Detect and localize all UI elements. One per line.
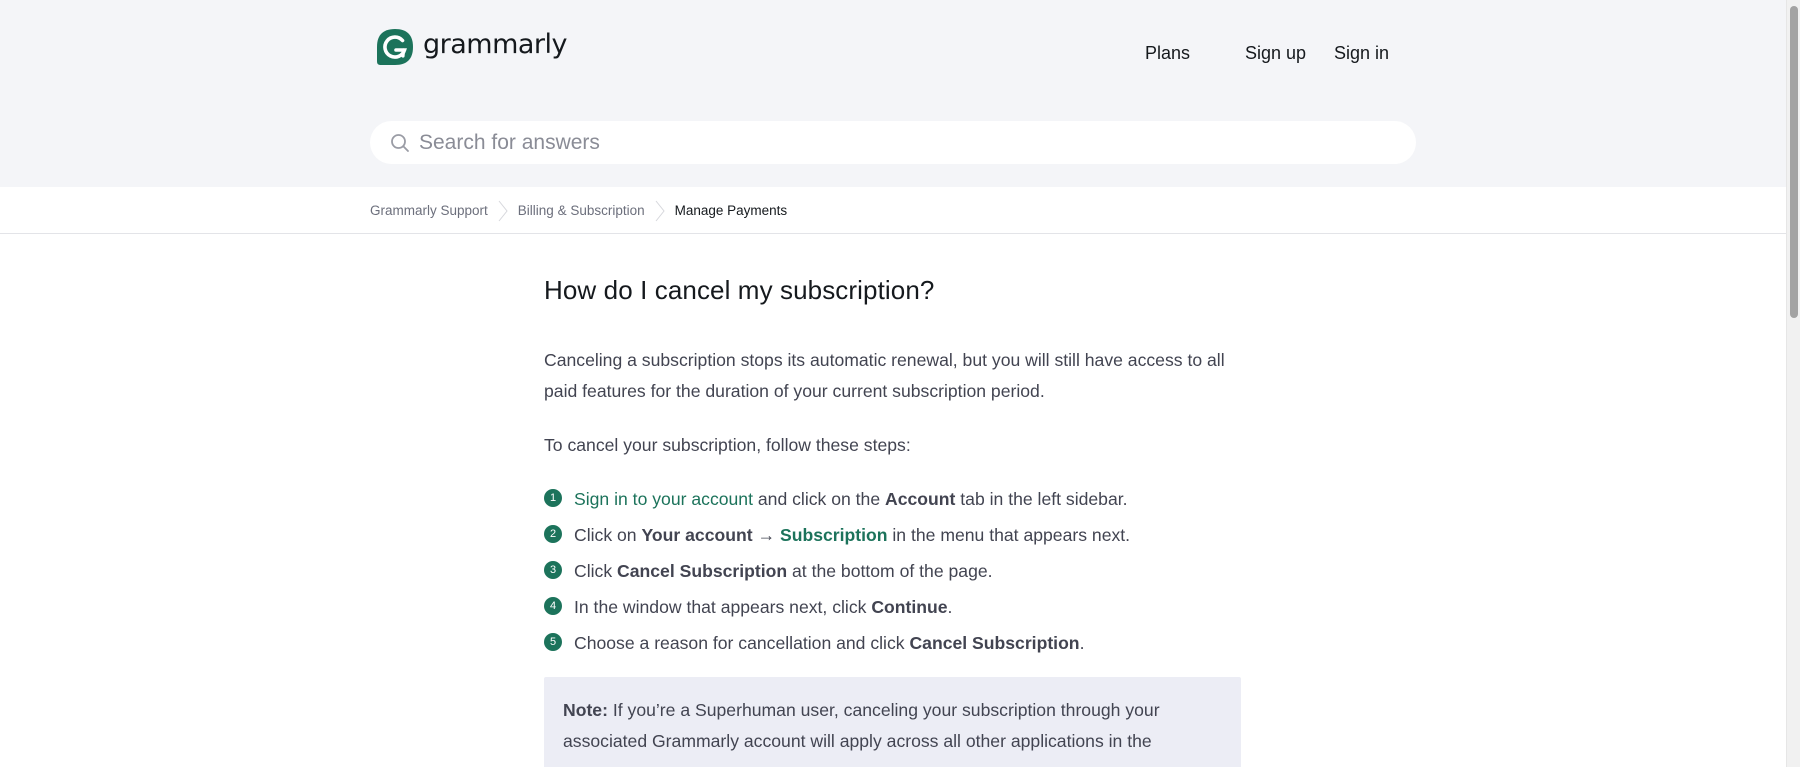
breadcrumb-bar: Grammarly Support Billing & Subscription… (0, 187, 1786, 234)
subscription-link[interactable]: Subscription (780, 525, 888, 545)
step-text: tab in the left sidebar. (955, 489, 1128, 509)
site-header: grammarly Plans Sign up Sign in (0, 0, 1786, 187)
step-text: and click on the (752, 489, 886, 509)
step-item: 1 Sign in to your account and click on t… (544, 483, 1244, 519)
chevron-right-icon (655, 200, 665, 221)
step-number-badge: 3 (544, 561, 562, 579)
step-item: 3 Click Cancel Subscription at the botto… (544, 555, 1244, 591)
step-text: Click on (574, 525, 642, 545)
step-text: . (1079, 633, 1085, 653)
step-item: 5 Choose a reason for cancellation and c… (544, 627, 1244, 663)
arrow-icon: → (752, 525, 780, 545)
article-title: How do I cancel my subscription? (544, 275, 935, 305)
steps-list: 1 Sign in to your account and click on t… (544, 483, 1244, 663)
nav-signup-link[interactable]: Sign up (1245, 43, 1306, 64)
nav-plans-link[interactable]: Plans (1145, 43, 1190, 64)
step-text: Click (574, 561, 618, 581)
grammarly-logo[interactable]: grammarly (376, 28, 568, 66)
search-input[interactable] (419, 130, 1399, 155)
breadcrumb: Grammarly Support Billing & Subscription… (370, 187, 787, 234)
step-text: at the bottom of the page. (787, 561, 993, 581)
note-text-line-1: If you’re a Superhuman user, canceling y… (607, 700, 1160, 720)
step-number-badge: 1 (544, 489, 562, 507)
step-number-badge: 4 (544, 597, 562, 615)
note-label: Note: (563, 700, 608, 720)
step-bold-text: Cancel Subscription (617, 561, 788, 581)
note-callout: Note: If you’re a Superhuman user, cance… (544, 677, 1241, 767)
breadcrumb-support-link[interactable]: Grammarly Support (370, 203, 488, 218)
step-bold-text: Continue (871, 597, 948, 617)
step-number-badge: 5 (544, 633, 562, 651)
article: How do I cancel my subscription? Canceli… (544, 275, 1244, 767)
breadcrumb-billing-link[interactable]: Billing & Subscription (518, 203, 645, 218)
nav-signin-link[interactable]: Sign in (1334, 43, 1389, 64)
step-number-badge: 2 (544, 525, 562, 543)
step-item: 2 Click on Your account → Subscription i… (544, 519, 1244, 555)
intro-line-1: Canceling a subscription stops its autom… (544, 350, 1225, 370)
step-bold-text: Your account (641, 525, 753, 545)
breadcrumb-current[interactable]: Manage Payments (675, 203, 788, 218)
grammarly-g-icon (377, 29, 413, 65)
step-item: 4 In the window that appears next, click… (544, 591, 1244, 627)
sign-in-account-link[interactable]: Sign in to your account (574, 489, 753, 509)
step-text: Choose a reason for cancellation and cli… (574, 633, 910, 653)
intro-paragraph: Canceling a subscription stops its autom… (544, 345, 1225, 407)
search-icon (391, 133, 409, 152)
intro-line-2: paid features for the duration of your c… (544, 381, 1045, 401)
steps-intro: To cancel your subscription, follow thes… (544, 435, 911, 455)
chevron-right-icon (498, 200, 508, 221)
scrollbar-thumb[interactable] (1790, 6, 1798, 318)
step-text: . (947, 597, 953, 617)
note-text-line-2: associated Grammarly account will apply … (563, 731, 1152, 751)
step-text: in the menu that appears next. (887, 525, 1131, 545)
logo-wordmark: grammarly (423, 28, 568, 60)
step-bold-text: Account (885, 489, 956, 509)
step-text: In the window that appears next, click (574, 597, 872, 617)
search-bar (370, 121, 1416, 164)
page-scrollbar[interactable] (1786, 0, 1800, 767)
step-bold-text: Cancel Subscription (909, 633, 1080, 653)
